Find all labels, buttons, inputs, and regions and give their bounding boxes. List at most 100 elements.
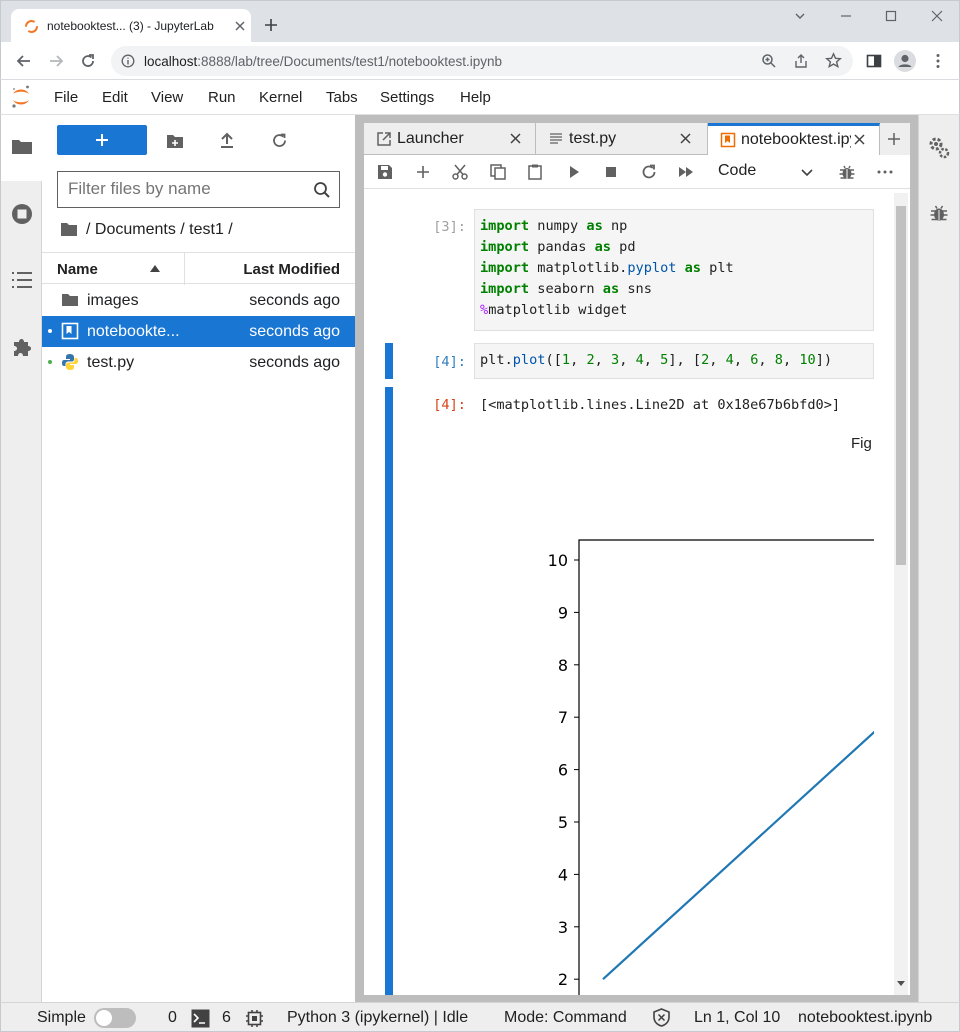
- side-panel-icon[interactable]: [865, 52, 883, 70]
- trusted-shield-icon[interactable]: [652, 1008, 671, 1027]
- new-tab-icon[interactable]: [263, 17, 279, 33]
- file-row-testpy[interactable]: test.py seconds ago: [42, 347, 355, 378]
- terminal-count: 0: [168, 1009, 177, 1026]
- debugger-panel-icon[interactable]: [929, 203, 949, 223]
- profile-avatar-icon[interactable]: [893, 49, 917, 73]
- file-row-images[interactable]: images seconds ago: [42, 285, 355, 316]
- menu-file[interactable]: File: [54, 89, 78, 106]
- file-list-header: Name Last Modified: [42, 252, 355, 285]
- code-cell-imports[interactable]: import numpy as np import pandas as pd i…: [474, 209, 874, 331]
- copy-icon[interactable]: [489, 163, 507, 181]
- file-modified: seconds ago: [249, 354, 340, 371]
- extension-manager-icon[interactable]: [11, 336, 33, 358]
- notebook-scrollbar[interactable]: [894, 193, 908, 995]
- kebab-menu-icon[interactable]: [929, 52, 947, 70]
- property-inspector-icon[interactable]: [928, 136, 950, 160]
- menu-help[interactable]: Help: [460, 89, 491, 106]
- code-cell-plot[interactable]: plt.plot([1, 2, 3, 4, 5], [2, 4, 6, 8, 1…: [474, 343, 874, 379]
- menu-edit[interactable]: Edit: [102, 89, 128, 106]
- figure-label: Fig: [851, 435, 872, 452]
- maximize-icon[interactable]: [882, 7, 900, 25]
- tab-test-py[interactable]: test.py: [536, 123, 708, 155]
- share-icon[interactable]: [793, 53, 809, 69]
- tab-label: notebooktest.ipynb: [741, 131, 851, 148]
- insert-cell-icon[interactable]: [414, 163, 432, 181]
- more-options-icon[interactable]: [876, 163, 894, 181]
- close-tab-icon[interactable]: [678, 131, 693, 146]
- stop-kernel-icon[interactable]: [602, 163, 620, 181]
- file-name: images: [87, 292, 139, 309]
- search-icon[interactable]: [313, 181, 331, 199]
- home-folder-icon[interactable]: [60, 222, 78, 237]
- simple-mode-toggle[interactable]: [94, 1008, 136, 1028]
- save-icon[interactable]: [376, 163, 394, 181]
- tab-notebooktest[interactable]: notebooktest.ipynb: [708, 123, 880, 155]
- file-filter-box: [57, 171, 340, 208]
- paste-icon[interactable]: [526, 163, 544, 181]
- menu-kernel[interactable]: Kernel: [259, 89, 302, 106]
- forward-icon[interactable]: [47, 52, 65, 70]
- menu-tabs[interactable]: Tabs: [326, 89, 358, 106]
- upload-icon[interactable]: [219, 132, 235, 149]
- file-row-notebook[interactable]: notebookte... seconds ago: [42, 316, 355, 347]
- run-all-icon[interactable]: [677, 163, 695, 181]
- code-line-1: import numpy as np: [480, 218, 628, 234]
- cursor-position[interactable]: Ln 1, Col 10: [694, 1009, 780, 1027]
- open-indicator-dot: [48, 329, 52, 333]
- reload-icon[interactable]: [79, 52, 97, 70]
- add-tab-icon[interactable]: [886, 131, 902, 147]
- terminal-icon[interactable]: [191, 1009, 210, 1028]
- file-filter-input[interactable]: [68, 179, 308, 199]
- minimize-icon[interactable]: [837, 7, 855, 25]
- browser-tab[interactable]: notebooktest... (3) - JupyterLab: [11, 9, 251, 43]
- command-mode: Mode: Command: [504, 1009, 627, 1026]
- running-kernels-icon[interactable]: [11, 203, 33, 225]
- scroll-down-arrow-icon[interactable]: [897, 979, 905, 987]
- cell-type-select[interactable]: Code: [718, 162, 756, 180]
- menu-settings[interactable]: Settings: [380, 89, 434, 106]
- close-window-icon[interactable]: [928, 7, 946, 25]
- jupyter-logo-icon[interactable]: [10, 84, 32, 110]
- file-browser-panel: / Documents / test1 / Name Last Modified…: [42, 115, 356, 1002]
- output-collapser[interactable]: [385, 387, 393, 995]
- sort-ascending-icon[interactable]: [150, 265, 160, 272]
- cut-icon[interactable]: [451, 163, 469, 181]
- chevron-down-icon[interactable]: [798, 163, 816, 181]
- tab-launcher[interactable]: Launcher: [364, 123, 536, 155]
- column-last-modified[interactable]: Last Modified: [243, 261, 340, 278]
- close-tab-icon[interactable]: [233, 19, 247, 33]
- close-tab-icon[interactable]: [508, 131, 523, 146]
- address-bar[interactable]: localhost:8888/lab/tree/Documents/test1/…: [111, 46, 853, 76]
- status-bar: Simple 0 6 Python 3 (ipykernel) | Idle M…: [0, 1002, 960, 1032]
- menu-run[interactable]: Run: [208, 89, 236, 106]
- active-cell-collapser[interactable]: [385, 343, 393, 379]
- matplotlib-figure[interactable]: 10 9 8 7 6 5 4 3 2: [524, 519, 874, 995]
- new-launcher-button[interactable]: [57, 125, 147, 155]
- y-tick-label: 9: [558, 603, 568, 622]
- notebook-icon: [720, 132, 736, 148]
- file-name: notebookte...: [87, 323, 180, 340]
- run-cell-icon[interactable]: [565, 163, 583, 181]
- menu-view[interactable]: View: [151, 89, 183, 106]
- kernel-chip-icon[interactable]: [245, 1009, 264, 1028]
- close-tab-icon[interactable]: [852, 132, 867, 147]
- browser-titlebar: notebooktest... (3) - JupyterLab: [0, 0, 960, 43]
- bookmark-star-icon[interactable]: [825, 52, 842, 69]
- code-line-2: import pandas as pd: [480, 239, 636, 255]
- refresh-icon[interactable]: [271, 132, 288, 149]
- site-info-icon[interactable]: [121, 54, 135, 68]
- scrollbar-thumb[interactable]: [896, 206, 906, 565]
- folder-icon[interactable]: [11, 136, 33, 158]
- restart-kernel-icon[interactable]: [640, 163, 658, 181]
- debugger-icon[interactable]: [838, 163, 856, 181]
- new-folder-icon[interactable]: [166, 133, 184, 149]
- column-divider[interactable]: [184, 253, 185, 285]
- url-path: :8888/lab/tree/Documents/test1/notebookt…: [197, 54, 502, 69]
- column-name[interactable]: Name: [57, 261, 98, 278]
- back-icon[interactable]: [15, 52, 33, 70]
- breadcrumb-path[interactable]: / Documents / test1 /: [86, 221, 233, 239]
- kernel-status[interactable]: Python 3 (ipykernel) | Idle: [287, 1009, 468, 1027]
- zoom-icon[interactable]: [761, 53, 777, 69]
- table-of-contents-icon[interactable]: [11, 269, 33, 291]
- tab-search-icon[interactable]: [791, 7, 809, 25]
